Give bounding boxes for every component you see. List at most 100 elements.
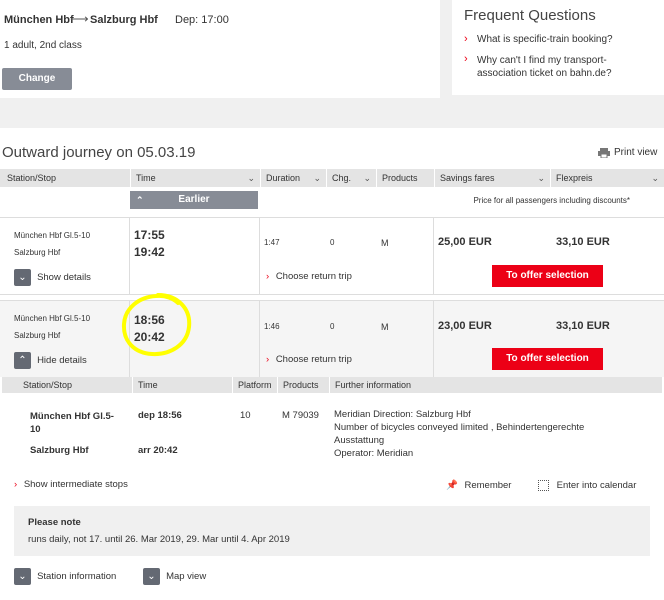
hide-details-toggle[interactable]: ⌃ Hide details	[14, 352, 87, 369]
to-station: Salzburg Hbf	[14, 248, 61, 257]
price-note: Price for all passengers including disco…	[473, 196, 630, 205]
product: M	[381, 322, 389, 332]
detail-to-station: Salzburg Hbf	[30, 445, 89, 456]
savings-price[interactable]: 23,00 EUR	[438, 320, 492, 332]
map-view-label: Map view	[166, 571, 207, 583]
chevron-down-icon: ⌄	[651, 173, 659, 183]
duration: 1:47	[264, 238, 280, 247]
col-savings[interactable]: Savings fares ⌄	[434, 169, 550, 187]
detail-col-time: Time	[132, 377, 232, 393]
hide-details-label: Hide details	[37, 355, 87, 367]
faq-panel: Frequent Questions › What is specific-tr…	[452, 0, 664, 95]
detail-info-3: Ausstattung	[334, 435, 385, 446]
chevron-right-icon: ›	[464, 33, 468, 45]
note-text: runs daily, not 17. until 26. Mar 2019, …	[28, 534, 290, 545]
remember-link[interactable]: 📌 Remember	[446, 480, 511, 491]
journey-title: Outward journey on 05.03.19	[2, 144, 196, 161]
change-button[interactable]: Change	[2, 68, 72, 90]
faq-item-specific-train[interactable]: What is specific-train booking?	[477, 34, 613, 45]
chevron-up-icon: ⌃	[136, 195, 144, 205]
departure-time: 17:55	[134, 228, 165, 242]
col-time[interactable]: Time ⌄	[130, 169, 260, 187]
col-flexpreis[interactable]: Flexpreis ⌄	[550, 169, 664, 187]
calendar-label: Enter into calendar	[556, 480, 637, 492]
print-view-link[interactable]: Print view	[614, 147, 657, 158]
pin-icon: 📌	[446, 480, 458, 491]
calendar-link[interactable]: Enter into calendar	[538, 480, 636, 491]
chevron-down-icon: ⌄	[363, 173, 371, 183]
chevron-down-icon: ⌄	[14, 568, 31, 585]
col-station[interactable]: Station/Stop	[2, 169, 130, 187]
search-summary: München Hbf ⟶ Salzburg Hbf Dep: 17:00 1 …	[0, 0, 440, 98]
passenger-info: 1 adult, 2nd class	[4, 40, 82, 51]
arrow-right-icon: ⟶	[70, 11, 89, 26]
chevron-down-icon: ⌄	[14, 269, 31, 286]
choose-return-link[interactable]: › Choose return trip	[266, 354, 352, 365]
col-products[interactable]: Products	[376, 169, 434, 187]
details-panel: Station/Stop Time Platform Products Furt…	[0, 377, 664, 600]
detail-col-products: Products	[277, 377, 329, 393]
note-box: Please note runs daily, not 17. until 26…	[14, 506, 650, 556]
detail-info-2: Number of bicycles conveyed limited , Be…	[334, 422, 585, 433]
highlight-circle	[118, 291, 194, 359]
station-info-toggle[interactable]: ⌄ Station information	[14, 568, 116, 585]
chevron-down-icon: ⌄	[313, 173, 321, 183]
detail-info-1: Meridian Direction: Salzburg Hbf	[334, 409, 471, 420]
map-view-toggle[interactable]: ⌄ Map view	[143, 568, 206, 585]
origin-station: München Hbf	[4, 14, 74, 26]
col-duration[interactable]: Duration ⌄	[260, 169, 326, 187]
intermediate-stops-label: Show intermediate stops	[23, 479, 128, 490]
duration: 1:46	[264, 322, 280, 331]
detail-product: M 79039	[282, 410, 319, 421]
chevron-right-icon: ›	[14, 479, 18, 490]
chevron-right-icon: ›	[266, 271, 270, 282]
departure-time: Dep: 17:00	[175, 14, 229, 26]
from-station: München Hbf Gl.5-10	[14, 314, 91, 323]
savings-price[interactable]: 25,00 EUR	[438, 236, 492, 248]
changes: 0	[330, 322, 335, 331]
detail-arr: arr 20:42	[138, 445, 178, 456]
choose-return-label: Choose return trip	[275, 271, 352, 282]
details-header: Station/Stop Time Platform Products Furt…	[2, 377, 662, 393]
destination-station: Salzburg Hbf	[90, 14, 158, 26]
intermediate-stops-link[interactable]: › Show intermediate stops	[14, 479, 128, 490]
detail-col-platform: Platform	[232, 377, 277, 393]
offer-selection-button[interactable]: To offer selection	[492, 348, 603, 370]
connection-row[interactable]: München Hbf Gl.5-10 Salzburg Hbf 18:56 2…	[0, 293, 664, 379]
product: M	[381, 238, 389, 248]
col-flexpreis-label: Flexpreis	[556, 173, 593, 183]
faq-item-transport-ticket[interactable]: Why can't I find my transport- associati…	[477, 54, 612, 80]
earlier-button[interactable]: ⌃ Earlier	[130, 191, 258, 209]
offer-selection-button[interactable]: To offer selection	[492, 265, 603, 287]
detail-col-info: Further information	[329, 377, 529, 393]
chevron-right-icon: ›	[266, 354, 270, 365]
chevron-up-icon: ⌃	[14, 352, 31, 369]
col-changes[interactable]: Chg. ⌄	[326, 169, 376, 187]
detail-col-station: Station/Stop	[23, 380, 73, 390]
detail-platform: 10	[240, 410, 251, 421]
to-station: Salzburg Hbf	[14, 331, 61, 340]
flex-price[interactable]: 33,10 EUR	[556, 236, 610, 248]
print-icon[interactable]	[598, 148, 610, 159]
results-header: Station/Stop Time ⌄ Duration ⌄ Chg. ⌄ Produ…	[0, 169, 664, 187]
arrival-time: 19:42	[134, 245, 165, 259]
from-station: München Hbf Gl.5-10	[14, 231, 91, 240]
show-details-label: Show details	[37, 272, 91, 284]
changes: 0	[330, 238, 335, 247]
show-details-toggle[interactable]: ⌄ Show details	[14, 269, 91, 286]
detail-info-4: Operator: Meridian	[334, 448, 414, 459]
detail-dep: dep 18:56	[138, 410, 182, 421]
connection-row[interactable]: München Hbf Gl.5-10 Salzburg Hbf 17:55 1…	[0, 217, 664, 295]
remember-label: Remember	[464, 480, 512, 491]
earlier-label: Earlier	[178, 194, 210, 205]
station-info-label: Station information	[37, 571, 117, 583]
chevron-right-icon: ›	[464, 53, 468, 65]
faq-title: Frequent Questions	[464, 7, 596, 24]
flex-price[interactable]: 33,10 EUR	[556, 320, 610, 332]
col-changes-label: Chg.	[332, 173, 352, 183]
choose-return-link[interactable]: › Choose return trip	[266, 271, 352, 282]
note-title: Please note	[28, 517, 81, 528]
col-savings-label: Savings fares	[440, 173, 495, 183]
calendar-icon	[538, 480, 549, 491]
chevron-down-icon: ⌄	[537, 173, 545, 183]
